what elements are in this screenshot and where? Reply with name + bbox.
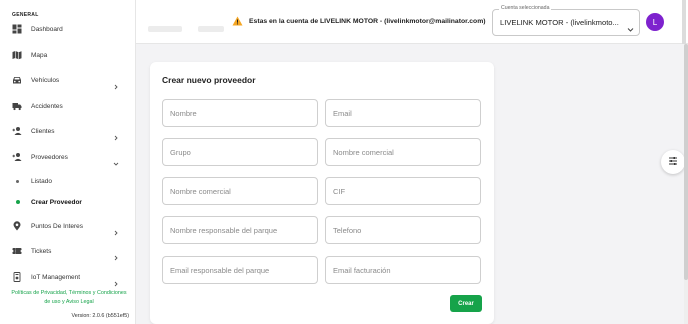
email-facturacion-field[interactable] [325,256,481,284]
sidebar-item-label: Puntos De Interes [31,222,84,230]
nombre-comercial-field-2[interactable] [162,177,318,205]
email-field[interactable] [325,99,481,127]
user-add-icon [12,152,22,162]
sidebar-item-tickets[interactable]: Tickets [0,243,136,261]
nombre-field[interactable] [162,99,318,127]
nombre-comercial-field[interactable] [325,138,481,166]
nombre-comercial-input[interactable] [326,139,480,165]
create-provider-card: Crear nuevo proveedor Crear [150,62,494,324]
legal-links[interactable]: Políticas de Privacidad, Términos y Cond… [4,289,134,307]
active-bullet-icon [16,200,20,204]
page-title: Crear nuevo proveedor [162,75,256,85]
cif-input[interactable] [326,178,480,204]
email-responsable-parque-field[interactable] [162,256,318,284]
avatar[interactable]: L [646,13,664,31]
warning-icon [232,16,243,26]
telefono-field[interactable] [325,216,481,244]
sidebar-item-clientes[interactable]: Clientes [0,123,136,141]
cif-field[interactable] [325,177,481,205]
top-bar: Estas en la cuenta de LIVELINK MOTOR - (… [136,0,688,44]
sidebar-item-iot-management[interactable]: IoT Management [0,269,136,287]
sidebar-item-label: Accidentes [31,102,63,110]
map-icon [12,50,22,60]
version-label: Version: 2.0.6 (b551ef5) [71,313,129,319]
truck-icon [12,101,22,111]
responsable-parque-field[interactable] [162,216,318,244]
nombre-input[interactable] [163,100,317,126]
sidebar-item-puntos-de-interes[interactable]: Puntos De Interes [0,218,136,236]
dashboard-icon [12,24,22,34]
sidebar: GENERAL Dashboard Mapa Vehículos Acciden… [0,0,136,324]
ticket-icon [12,246,22,256]
sidebar-item-label: Clientes [31,127,55,135]
chevron-right-icon [113,128,119,141]
sidebar-subitem-crear-proveedor[interactable]: Crear Proveedor [0,194,136,210]
email-input[interactable] [326,100,480,126]
sidebar-section-label: GENERAL [12,12,39,18]
sidebar-item-proveedores[interactable]: Proveedores [0,149,136,166]
legal-link-line[interactable]: Políticas de Privacidad, Términos y Cond… [4,289,134,298]
sidebar-item-label: Mapa [31,51,48,59]
account-warning: Estas en la cuenta de LIVELINK MOTOR - (… [232,16,486,26]
chevron-right-icon [113,223,119,236]
sidebar-item-label: Listado [31,177,52,185]
sidebar-item-label: Crear Proveedor [31,198,82,206]
account-select-label: Cuenta seleccionada [499,5,552,11]
header-scrollbar[interactable] [682,0,686,44]
location-icon [12,221,22,231]
sidebar-item-dashboard[interactable]: Dashboard [0,21,136,37]
responsable-parque-input[interactable] [163,217,317,243]
filter-button[interactable] [661,150,685,174]
user-add-icon [12,126,22,136]
sidebar-subitem-listado[interactable]: Listado [0,173,136,189]
sidebar-item-label: Vehículos [31,76,60,84]
nombre-comercial-input-2[interactable] [163,178,317,204]
sidebar-item-label: IoT Management [31,273,81,281]
car-icon [12,75,22,85]
account-select[interactable]: Cuenta seleccionada LIVELINK MOTOR - (li… [492,5,640,36]
chevron-right-icon [113,248,119,261]
sidebar-item-label: Dashboard [31,25,63,33]
sidebar-item-vehiculos[interactable]: Vehículos [0,72,136,90]
telefono-input[interactable] [326,217,480,243]
legal-link-line[interactable]: de uso y Aviso Legal [4,298,134,307]
warning-text: Estas en la cuenta de LIVELINK MOTOR - (… [249,17,486,25]
grupo-input[interactable] [163,139,317,165]
bullet-icon [16,179,19,183]
chevron-down-icon [627,20,634,32]
page-scrollbar-thumb[interactable] [684,44,688,280]
sidebar-item-mapa[interactable]: Mapa [0,47,136,63]
sliders-icon [668,153,678,171]
chevron-down-icon [113,154,119,166]
grupo-field[interactable] [162,138,318,166]
header-placeholder [198,26,224,32]
email-responsable-parque-input[interactable] [163,257,317,283]
chevron-right-icon [113,77,119,90]
email-facturacion-input[interactable] [326,257,480,283]
device-icon [12,272,22,282]
sidebar-item-label: Tickets [31,247,52,255]
crear-button[interactable]: Crear [450,295,482,312]
chevron-right-icon [113,274,119,287]
sidebar-item-accidentes[interactable]: Accidentes [0,98,136,114]
account-select-value: LIVELINK MOTOR - (livelinkmoto... [500,18,619,27]
header-placeholder [148,26,182,32]
sidebar-item-label: Proveedores [31,153,68,161]
